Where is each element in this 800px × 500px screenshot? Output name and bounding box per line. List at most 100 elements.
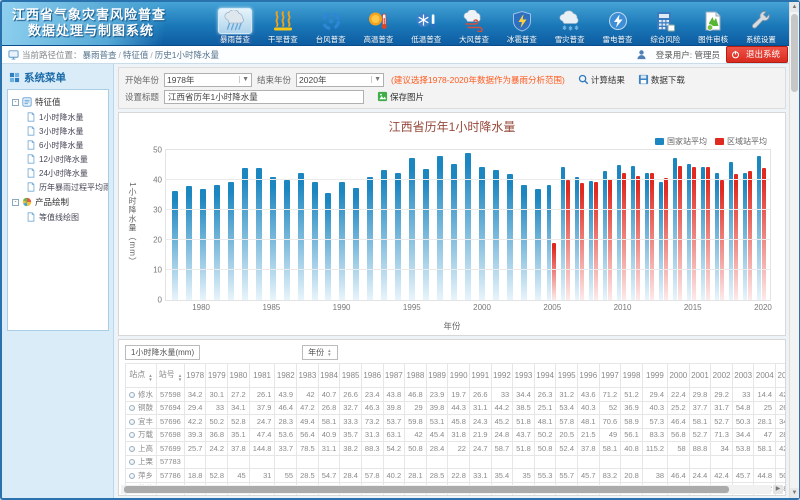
station-name-cell[interactable]: 上栗 (126, 455, 157, 469)
bar-国家站平均-1991[interactable] (353, 188, 359, 301)
tree-leaf-3小时降水量[interactable]: 3小时降水量 (10, 124, 106, 138)
bar-区域站平均-2017[interactable] (720, 180, 724, 300)
logout-button[interactable]: 退出系统 (726, 46, 788, 63)
column-header-year-1993[interactable]: 1993 (513, 364, 535, 388)
tree-leaf-12小时降水量[interactable]: 12小时降水量 (10, 152, 106, 166)
bar-国家站平均-1990[interactable] (339, 182, 345, 301)
bar-国家站平均-2013[interactable] (659, 182, 663, 301)
bar-区域站平均-2018[interactable] (734, 174, 738, 300)
nav-item-gale[interactable]: 大风普查 (451, 8, 497, 44)
tree-leaf-等值线绘图[interactable]: 等值线绘图 (10, 210, 106, 224)
scroll-right-arrow[interactable]: ▶ (773, 485, 783, 494)
legend-item-国家站平均[interactable]: 国家站平均 (655, 136, 707, 147)
bar-国家站平均-1983[interactable] (242, 168, 248, 300)
bar-国家站平均-2005[interactable] (547, 185, 551, 301)
station-radio-icon[interactable] (129, 392, 135, 398)
station-radio-icon[interactable] (129, 446, 135, 452)
column-header-year-1991[interactable]: 1991 (469, 364, 491, 388)
bar-国家站平均-2004[interactable] (535, 189, 541, 300)
column-header-year-1986[interactable]: 1986 (361, 364, 383, 388)
bar-国家站平均-2002[interactable] (507, 174, 513, 300)
bar-国家站平均-2006[interactable] (561, 167, 565, 301)
breadcrumb-item[interactable]: 特征值 (123, 50, 149, 60)
nav-item-lightning[interactable]: 雷电普查 (595, 8, 641, 44)
nav-item-typhoon[interactable]: 台风普查 (308, 8, 354, 44)
station-radio-icon[interactable] (129, 405, 135, 411)
nav-item-hail[interactable]: 冰雹普查 (499, 8, 545, 44)
calculate-button[interactable]: 计算结果 (578, 74, 625, 86)
station-radio-icon[interactable] (129, 432, 135, 438)
nav-item-drought[interactable]: 干旱普查 (260, 8, 306, 44)
bar-国家站平均-2001[interactable] (493, 170, 499, 301)
column-header-year-2000[interactable]: 2000 (668, 364, 690, 388)
column-header-year-1988[interactable]: 1988 (405, 364, 427, 388)
bar-国家站平均-1981[interactable] (214, 185, 220, 301)
bar-国家站平均-2009[interactable] (603, 171, 607, 300)
bar-国家站平均-1998[interactable] (451, 164, 457, 301)
bar-国家站平均-2020[interactable] (757, 156, 761, 300)
column-header-year-1989[interactable]: 1989 (426, 364, 448, 388)
station-name-cell[interactable]: 上高 (126, 442, 157, 456)
scroll-down-arrow[interactable]: ▼ (790, 488, 799, 498)
bar-国家站平均-1996[interactable] (423, 169, 429, 300)
value-field-chip[interactable]: 1小时降水量(mm) (125, 345, 200, 360)
bar-国家站平均-2018[interactable] (729, 162, 733, 300)
column-header-year-1994[interactable]: 1994 (534, 364, 556, 388)
station-name-cell[interactable]: 铜鼓 (126, 401, 157, 415)
bar-国家站平均-2010[interactable] (617, 165, 621, 300)
bar-国家站平均-1994[interactable] (395, 173, 401, 301)
bar-国家站平均-2017[interactable] (715, 173, 719, 301)
scroll-up-arrow[interactable]: ▲ (790, 2, 799, 12)
column-header-year-2002[interactable]: 2002 (711, 364, 733, 388)
column-header-year-1984[interactable]: 1984 (318, 364, 340, 388)
bar-国家站平均-1993[interactable] (381, 170, 387, 301)
bar-国家站平均-1979[interactable] (186, 186, 192, 300)
chart-title-input[interactable] (164, 90, 364, 104)
bar-国家站平均-2015[interactable] (687, 164, 691, 301)
nav-item-high-temp[interactable]: 高温普查 (355, 8, 401, 44)
nav-item-snow[interactable]: 雪灾普查 (547, 8, 593, 44)
bar-国家站平均-2008[interactable] (589, 181, 593, 300)
station-name-cell[interactable]: 宜春 (126, 496, 157, 497)
bar-区域站平均-2005[interactable] (552, 243, 556, 300)
station-name-cell[interactable]: 萍乡 (126, 469, 157, 483)
column-header-year-2004[interactable]: 2004 (754, 364, 776, 388)
bar-国家站平均-1980[interactable] (200, 189, 206, 300)
column-header-year-2005[interactable]: 2005 (776, 364, 786, 388)
column-header-year-2001[interactable]: 2001 (689, 364, 711, 388)
nav-item-low-temp[interactable]: 低温普查 (403, 8, 449, 44)
bar-区域站平均-2007[interactable] (580, 183, 584, 300)
bar-区域站平均-2012[interactable] (650, 173, 654, 300)
column-header-year-1997[interactable]: 1997 (599, 364, 621, 388)
tree-node-特征值[interactable]: -特征值 (10, 94, 106, 110)
column-header-year-2003[interactable]: 2003 (732, 364, 754, 388)
breadcrumb-item[interactable]: 暴雨普查 (83, 50, 117, 60)
station-radio-icon[interactable] (129, 419, 135, 425)
column-header-year-1987[interactable]: 1987 (383, 364, 405, 388)
nav-item-gis[interactable]: 综合风险 (642, 8, 688, 44)
legend-item-区域站平均[interactable]: 区域站平均 (715, 136, 767, 147)
bar-国家站平均-1984[interactable] (256, 168, 262, 300)
column-field-chip[interactable]: 年份 (302, 345, 337, 360)
tree-collapse-icon[interactable]: - (12, 199, 19, 206)
bar-国家站平均-2012[interactable] (645, 173, 649, 301)
sort-arrows-icon[interactable] (327, 349, 331, 357)
column-header-year-1999[interactable]: 1999 (642, 364, 667, 388)
station-name-cell[interactable]: 修水 (126, 388, 157, 402)
bar-区域站平均-2014[interactable] (678, 166, 682, 300)
bar-区域站平均-2011[interactable] (636, 176, 640, 301)
tree-leaf-6小时降水量[interactable]: 6小时降水量 (10, 138, 106, 152)
nav-item-review[interactable]: 图件审核 (690, 8, 736, 44)
column-header-year-1990[interactable]: 1990 (448, 364, 470, 388)
nav-item-rainstorm[interactable]: 暴雨普查 (212, 8, 258, 44)
station-radio-icon[interactable] (129, 473, 135, 479)
bar-区域站平均-2010[interactable] (622, 173, 626, 301)
bar-区域站平均-2006[interactable] (566, 180, 570, 300)
bar-区域站平均-2008[interactable] (594, 182, 598, 301)
scrollbar-thumb[interactable] (791, 14, 798, 92)
bar-国家站平均-2003[interactable] (521, 185, 527, 301)
tree-leaf-历年暴雨过程平均雨量[interactable]: 历年暴雨过程平均雨量 (10, 180, 106, 194)
column-header-year-1996[interactable]: 1996 (578, 364, 600, 388)
column-header-year-1980[interactable]: 1980 (228, 364, 250, 388)
nav-item-settings[interactable]: 系统设置 (738, 8, 784, 44)
